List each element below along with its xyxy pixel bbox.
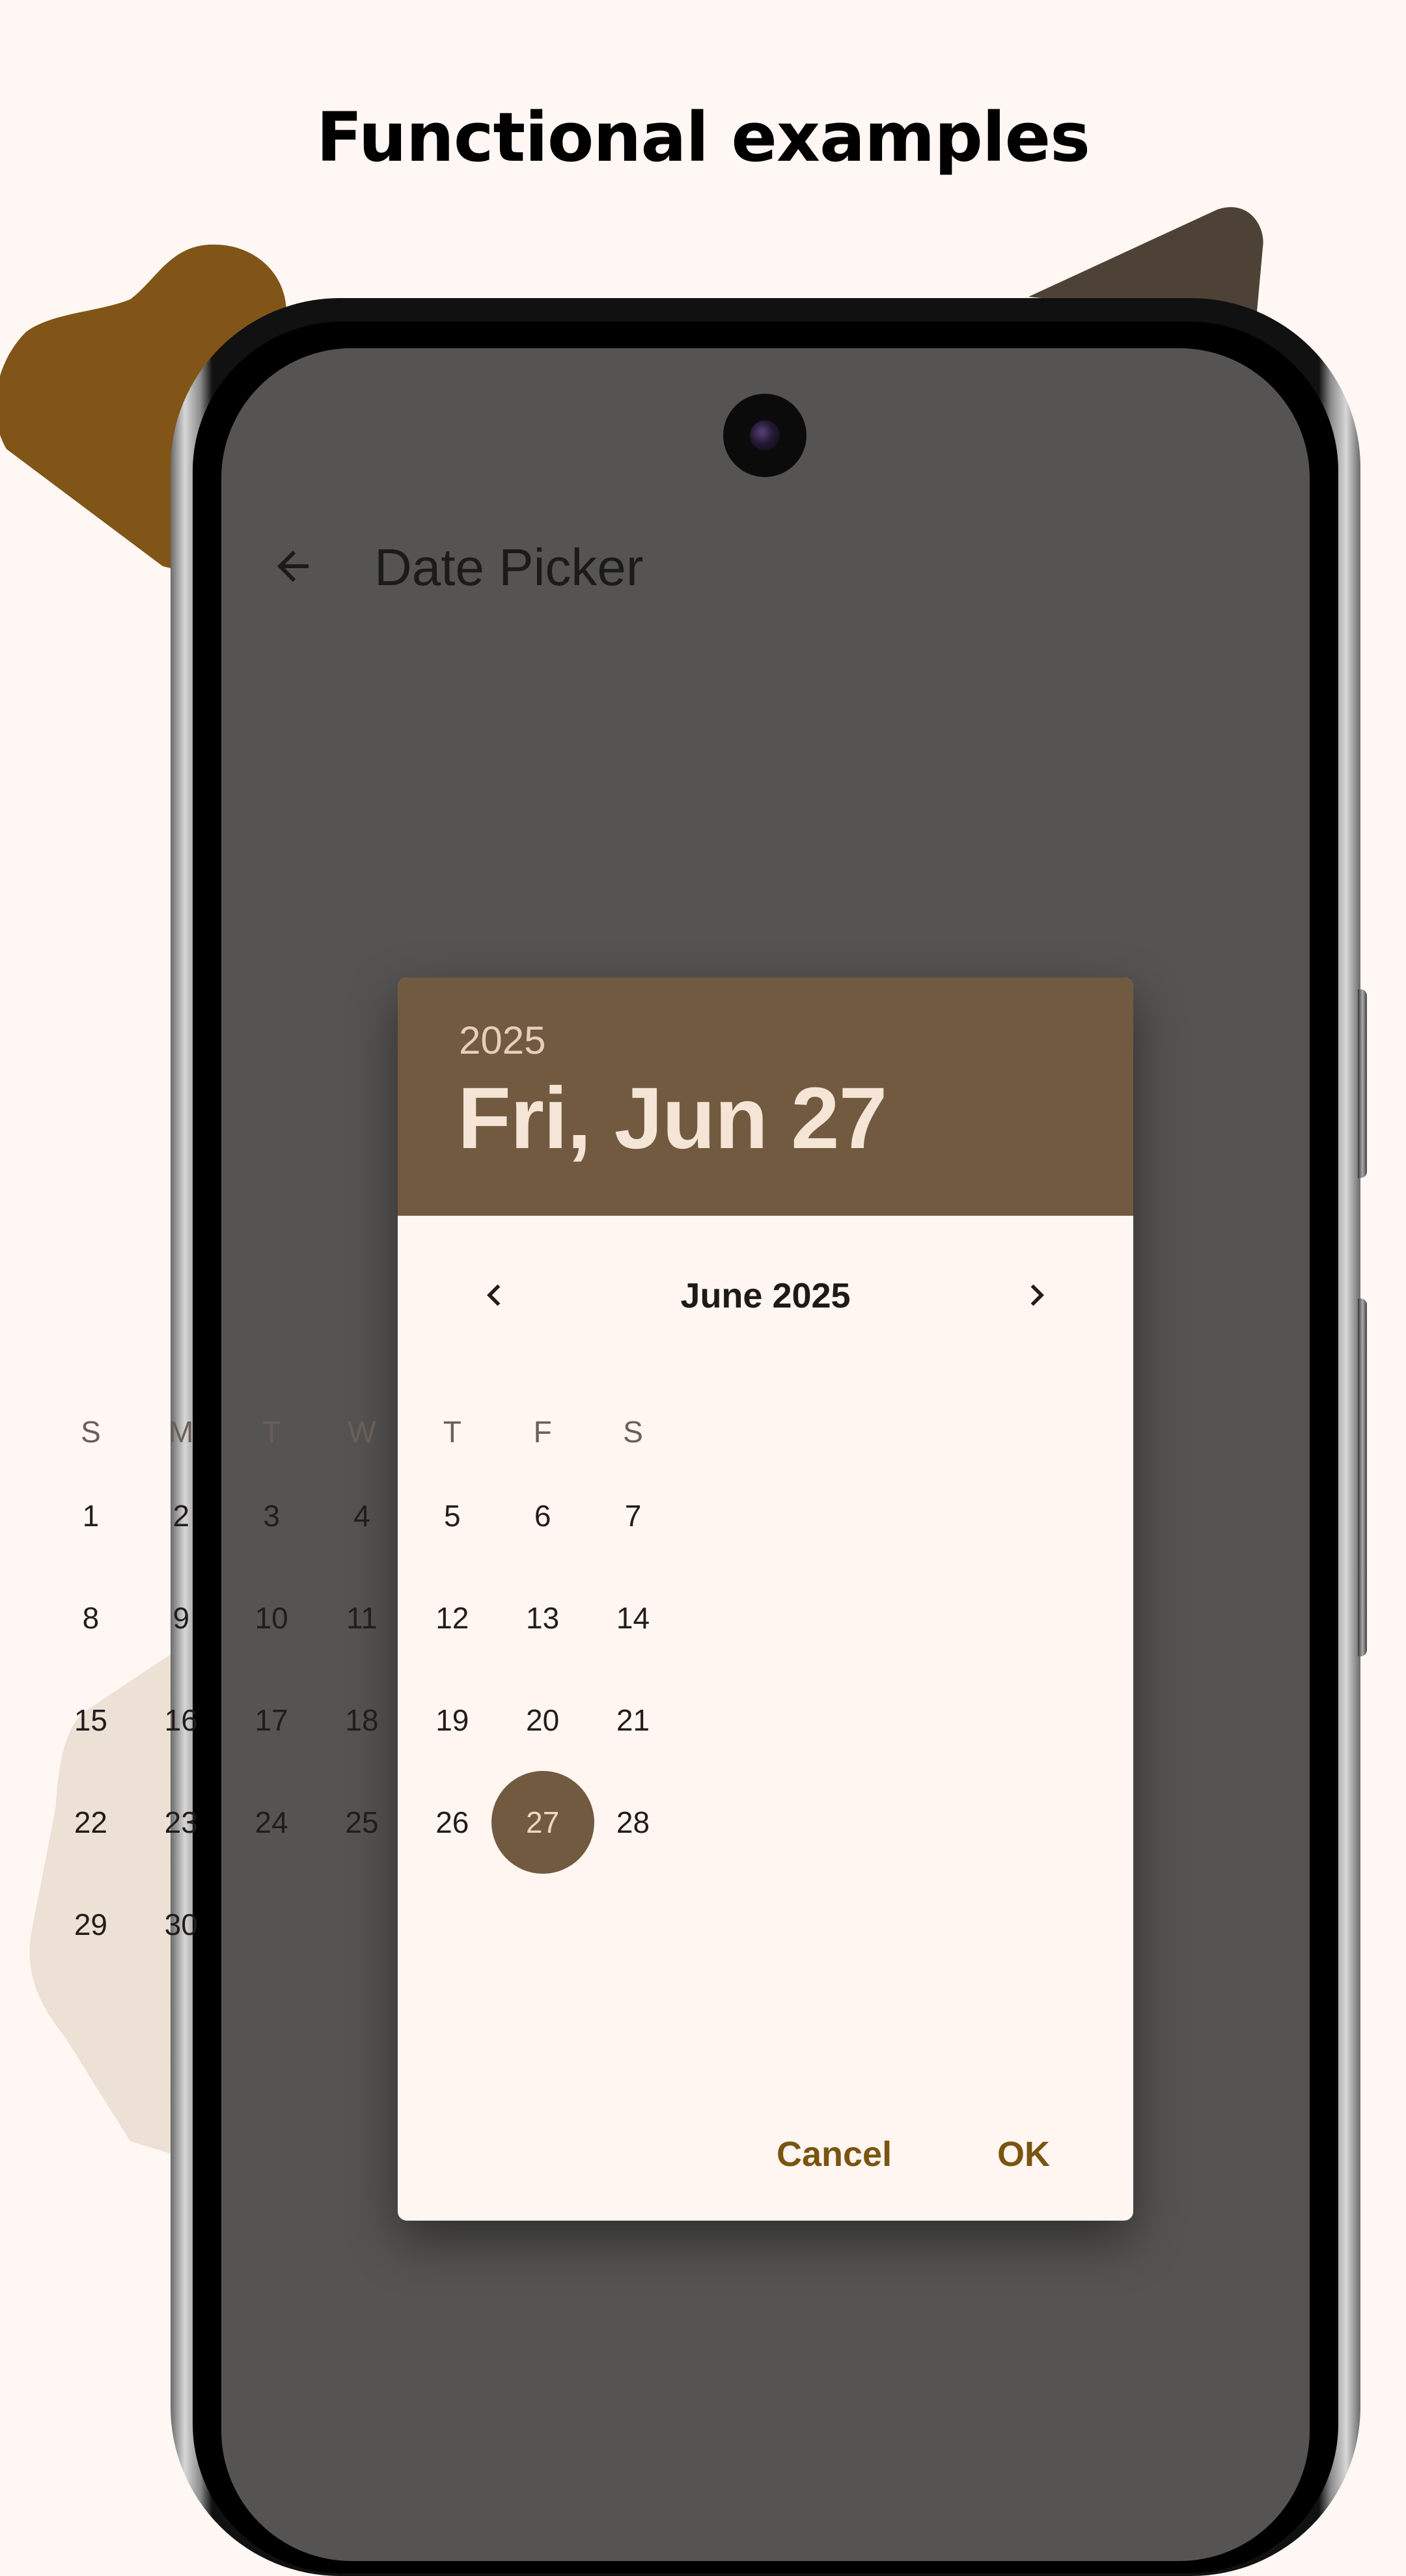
day-number: 12 (435, 1600, 469, 1635)
volume-button (1358, 1298, 1367, 1656)
day-cell[interactable]: 13 (497, 1567, 588, 1669)
day-cell[interactable]: 29 (46, 1873, 136, 1975)
day-cell[interactable]: 25 (317, 1771, 407, 1873)
day-number: 3 (263, 1498, 280, 1533)
day-cell[interactable]: 1 (46, 1464, 136, 1567)
day-number: 8 (82, 1600, 100, 1635)
weekday-label: M (169, 1415, 194, 1449)
app-bar-title: Date Picker (374, 538, 644, 596)
date-picker-header: 2025 Fri, Jun 27 (398, 978, 1133, 1216)
day-number: 26 (435, 1805, 469, 1839)
camera-lens-icon (750, 420, 780, 450)
day-number: 7 (624, 1498, 642, 1533)
arrow-back-icon (277, 551, 309, 582)
day-number: 15 (74, 1703, 107, 1737)
day-number: 16 (164, 1703, 198, 1737)
day-cell[interactable]: 21 (588, 1669, 678, 1771)
calendar-grid: 1 2 3 4 5 6 7 8 9 10 11 12 13 14 15 16 17 18 19 20 21 22 23 24 2… (46, 1464, 678, 1975)
day-cell[interactable]: 15 (46, 1669, 136, 1771)
day-number: 11 (346, 1600, 378, 1635)
day-number: 10 (255, 1600, 288, 1635)
day-cell[interactable]: 17 (227, 1669, 317, 1771)
day-number: 28 (616, 1805, 650, 1839)
day-number: 22 (74, 1805, 107, 1839)
weekday-label: S (81, 1415, 101, 1449)
day-cell[interactable]: 16 (136, 1669, 227, 1771)
ok-button[interactable]: OK (997, 2122, 1050, 2187)
day-number: 14 (616, 1600, 650, 1635)
day-cell[interactable]: 19 (407, 1669, 497, 1771)
day-cell[interactable]: 7 (588, 1464, 678, 1567)
day-cell[interactable]: 2 (136, 1464, 227, 1567)
weekday-label: F (533, 1415, 552, 1449)
day-cell[interactable]: 8 (46, 1567, 136, 1669)
day-cell[interactable]: 6 (497, 1464, 588, 1567)
next-month-button[interactable] (1004, 1263, 1069, 1328)
day-number: 13 (526, 1600, 560, 1635)
weekday-label: S (623, 1415, 643, 1449)
back-button[interactable] (260, 534, 325, 599)
day-number: 18 (345, 1703, 379, 1737)
day-cell[interactable]: 11 (317, 1567, 407, 1669)
day-number: 6 (534, 1498, 551, 1533)
day-cell[interactable]: 22 (46, 1771, 136, 1873)
day-cell[interactable]: 3 (227, 1464, 317, 1567)
header-selected-date[interactable]: Fri, Jun 27 (458, 1069, 887, 1168)
day-number: 1 (82, 1498, 100, 1533)
weekday-header-row: SMTWTFS (46, 1399, 678, 1464)
chevron-right-icon (1030, 1284, 1044, 1306)
day-number: 23 (164, 1805, 198, 1839)
day-cell[interactable]: 4 (317, 1464, 407, 1567)
day-cell[interactable]: 10 (227, 1567, 317, 1669)
day-cell[interactable]: 18 (317, 1669, 407, 1771)
day-number: 30 (164, 1907, 198, 1941)
cancel-button[interactable]: Cancel (777, 2122, 892, 2187)
weekday-label: W (348, 1415, 376, 1449)
day-number: 29 (74, 1907, 107, 1941)
day-cell[interactable]: 26 (407, 1771, 497, 1873)
weekday-label: T (262, 1415, 281, 1449)
day-number: 17 (255, 1703, 288, 1737)
day-cell[interactable]: 14 (588, 1567, 678, 1669)
day-cell[interactable]: 5 (407, 1464, 497, 1567)
day-number: 4 (353, 1498, 370, 1533)
day-number: 25 (345, 1805, 379, 1839)
day-number: 27 (526, 1805, 560, 1839)
day-number: 21 (616, 1703, 650, 1737)
day-number: 19 (435, 1703, 469, 1737)
day-number: 9 (172, 1600, 190, 1635)
day-cell[interactable]: 9 (136, 1567, 227, 1669)
day-number: 24 (255, 1805, 288, 1839)
day-number: 20 (526, 1703, 560, 1737)
weekday-label: T (443, 1415, 462, 1449)
day-cell[interactable]: 30 (136, 1873, 227, 1975)
day-cell[interactable]: 28 (588, 1771, 678, 1873)
selected-day-cell[interactable]: 27 (497, 1771, 588, 1873)
headline: Functional examples (316, 98, 1090, 177)
day-cell[interactable]: 12 (407, 1567, 497, 1669)
day-number: 2 (172, 1498, 190, 1533)
day-cell[interactable]: 23 (136, 1771, 227, 1873)
day-cell[interactable]: 24 (227, 1771, 317, 1873)
header-year[interactable]: 2025 (459, 1018, 545, 1063)
day-cell[interactable]: 20 (497, 1669, 588, 1771)
day-number: 5 (444, 1498, 461, 1533)
power-button (1358, 989, 1367, 1178)
